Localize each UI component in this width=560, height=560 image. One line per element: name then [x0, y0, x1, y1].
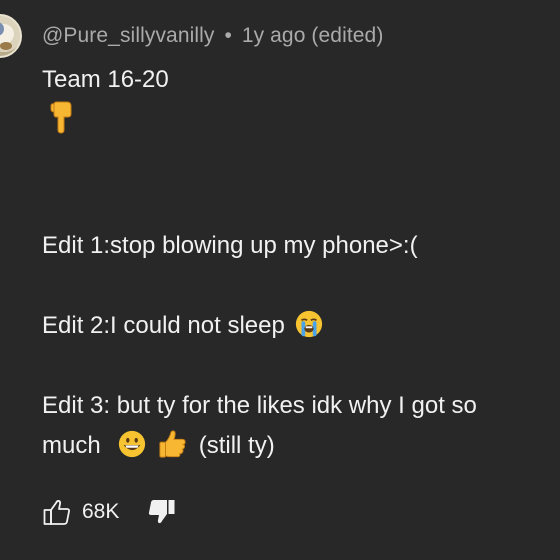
- comment-line: Team 16-20: [42, 66, 169, 93]
- avatar[interactable]: [0, 14, 22, 58]
- comment-actions: 68K: [42, 495, 177, 529]
- comment-line: Edit 2:I could not sleep: [42, 306, 326, 346]
- comment-age: 1y ago (edited): [241, 24, 384, 47]
- comment-header: @Pure_sillyvanilly • 1y ago (edited): [42, 24, 383, 48]
- thumbs-down-filled-icon: [149, 500, 175, 524]
- comment-line-text: much: [42, 432, 101, 459]
- grinning-face-emoji: [119, 430, 146, 457]
- comment-line: Edit 3: but ty for the likes idk why I g…: [42, 392, 477, 419]
- pointing-down-emoji: [42, 100, 76, 147]
- comment-line-text: Edit 2:I could not sleep: [42, 312, 285, 339]
- separator-dot: •: [224, 24, 232, 47]
- like-count: 68K: [82, 500, 120, 523]
- loudly-crying-emoji: [295, 310, 322, 337]
- comment-view: @Pure_sillyvanilly • 1y ago (edited) Tea…: [0, 0, 560, 560]
- thumbs-up-emoji: [159, 430, 186, 458]
- comment-line-text: (still ty): [198, 432, 275, 459]
- comment-line: Edit 1:stop blowing up my phone>:(: [42, 232, 418, 259]
- dislike-button[interactable]: [147, 497, 177, 527]
- comment-line: much (still ty): [42, 426, 275, 466]
- author-name[interactable]: @Pure_sillyvanilly: [42, 24, 215, 47]
- like-button[interactable]: 68K: [42, 497, 119, 527]
- thumbs-up-outline-icon: [43, 500, 70, 525]
